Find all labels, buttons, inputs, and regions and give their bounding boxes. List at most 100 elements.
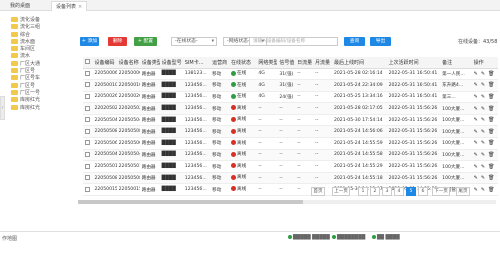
scrollbar-thumb[interactable] [78,200,303,204]
tree-item[interactable]: 厂区号车 [11,75,63,82]
delete-icon[interactable]: 🗑 [488,164,494,170]
config-button[interactable]: + 配置 [134,37,157,46]
page-2-button[interactable]: 2 [370,187,380,196]
edit-icon[interactable]: ✎ [474,140,478,146]
row-checkbox[interactable] [85,140,90,146]
config-icon[interactable]: ✎ [481,71,485,77]
config-icon[interactable]: ✎ [481,94,485,100]
table-row[interactable]: 22050504 22050504 路由器 ████ 123456... 移动 离线 -- --… [83,149,498,162]
row-select-cell[interactable] [83,79,93,92]
edit-icon[interactable]: ✎ [474,82,478,88]
row-checkbox[interactable] [85,163,90,169]
delete-icon[interactable]: 🗑 [488,175,494,181]
tree-item[interactable]: 库房红光 [11,104,63,112]
add-button[interactable]: + 添加 [80,37,99,46]
last-page-button[interactable]: 尾页 [456,187,470,196]
edit-icon[interactable]: ✎ [474,152,478,158]
tree-item[interactable]: 厂区大通 [11,60,63,68]
delete-icon[interactable]: 🗑 [488,94,494,100]
config-icon[interactable]: ✎ [481,117,485,123]
tab-device-list[interactable]: 设备列表 × [51,1,88,11]
delete-button[interactable]: 删除 [108,37,127,46]
row-checkbox[interactable] [85,151,90,157]
tree-item[interactable]: 库房红光 [11,97,63,104]
delete-icon[interactable]: 🗑 [488,187,494,193]
delete-icon[interactable]: 🗑 [488,152,494,158]
edit-icon[interactable]: ✎ [474,71,478,77]
config-icon[interactable]: ✎ [481,82,485,88]
edit-icon[interactable]: ✎ [474,129,478,135]
prev-page-button[interactable]: 上一页 [332,187,350,196]
edit-icon[interactable]: ✎ [474,94,478,100]
row-select-cell[interactable] [83,68,93,81]
edit-icon[interactable]: ✎ [474,187,478,193]
edit-icon[interactable]: ✎ [474,106,478,112]
next-page-button[interactable]: 下一页 [432,187,450,196]
row-select-cell[interactable] [83,114,93,127]
select-all-checkbox[interactable] [85,59,90,65]
config-icon[interactable]: ✎ [481,175,485,181]
page-4-button[interactable]: 4 [394,187,404,196]
close-icon[interactable]: × [78,4,82,10]
delete-icon[interactable]: 🗑 [488,140,494,146]
table-row[interactable]: 22050501 22050501 路由器 ████ 123456... 移动 离线 -- --… [83,160,498,173]
online-status-select[interactable]: -在线状态- ▾ [171,37,217,46]
row-select-cell[interactable] [83,149,93,162]
horizontal-scrollbar[interactable] [78,200,496,204]
config-icon[interactable]: ✎ [481,129,485,135]
config-icon[interactable]: ✎ [481,164,485,170]
sidebar-collapse-handle[interactable]: ‹ [0,96,5,120]
tree-item[interactable]: 车间区 [11,46,63,53]
row-checkbox[interactable] [85,105,90,111]
page-6-button[interactable]: 6 [418,187,428,196]
config-icon[interactable]: ✎ [481,106,485,112]
edit-icon[interactable]: ✎ [474,164,478,170]
row-select-cell[interactable] [83,91,93,104]
config-icon[interactable]: ✎ [481,152,485,158]
config-icon[interactable]: ✎ [481,187,485,193]
tree-item[interactable]: 流化三组 [11,24,63,31]
row-checkbox[interactable] [85,175,90,181]
first-page-button[interactable]: 首页 [311,187,325,196]
search-button[interactable]: 查询 [344,37,365,46]
table-row[interactable]: 22050006 22050006 路由器 ████ 138123... 移动 在线 4G 31… [83,68,498,81]
page-1-button[interactable]: 1 [358,187,368,196]
table-row[interactable]: 22050026 22050026 路由器 ████ 123456... 移动 在线 4G 24… [83,91,498,104]
row-checkbox[interactable] [85,186,90,192]
delete-icon[interactable]: 🗑 [488,82,494,88]
row-select-cell[interactable] [83,160,93,173]
edit-icon[interactable]: ✎ [474,117,478,123]
page-3-button[interactable]: 3 [382,187,392,196]
delete-icon[interactable]: 🗑 [488,117,494,123]
tree-item[interactable]: 综合 [11,31,63,39]
export-button[interactable]: 导出 [370,37,391,46]
row-checkbox[interactable] [85,70,90,76]
row-checkbox[interactable] [85,93,90,99]
row-checkbox[interactable] [85,117,90,123]
select-all-header[interactable] [83,57,93,69]
tree-item[interactable]: 厂区号 [11,82,63,90]
delete-icon[interactable]: 🗑 [488,106,494,112]
row-select-cell[interactable] [83,102,93,115]
row-select-cell[interactable] [83,172,93,185]
row-select-cell[interactable] [83,183,93,197]
table-row[interactable]: 22050508 22050508 路由器 ████ 123456... 移动 离线 -- --… [83,125,498,139]
delete-icon[interactable]: 🗑 [488,129,494,135]
row-select-cell[interactable] [83,137,93,150]
search-input[interactable]: 请输入设备编码/设备名称 [249,37,338,46]
table-row[interactable]: 22020502 22020502 路由器 ████ 123456... 移动 离线 -- --… [83,102,498,115]
page-5-button[interactable]: 5 [406,187,416,196]
table-row[interactable]: 22050504 22050504 路由器 ████ 123456... 移动 离线 -- --… [83,114,498,127]
row-checkbox[interactable] [85,128,90,134]
row-checkbox[interactable] [85,82,90,88]
table-row[interactable]: 22050508 22050508 路由器 ████ 123456... 移动 离线 -- --… [83,172,498,185]
table-row[interactable]: 22050010 22050010 路由器 ████ 123456... 移动 在线 4G 31… [83,79,498,92]
config-icon[interactable]: ✎ [481,140,485,146]
delete-icon[interactable]: 🗑 [488,71,494,77]
row-select-cell[interactable] [83,125,93,139]
table-row[interactable]: 22050506 22050506 路由器 ████ 123456... 移动 离线 -- --… [83,137,498,150]
tree-item[interactable]: 流水面 [11,38,63,46]
tree-item[interactable]: 流水 [11,53,63,60]
tab-my-desktop[interactable]: 我的桌面 [6,1,34,11]
edit-icon[interactable]: ✎ [474,175,478,181]
